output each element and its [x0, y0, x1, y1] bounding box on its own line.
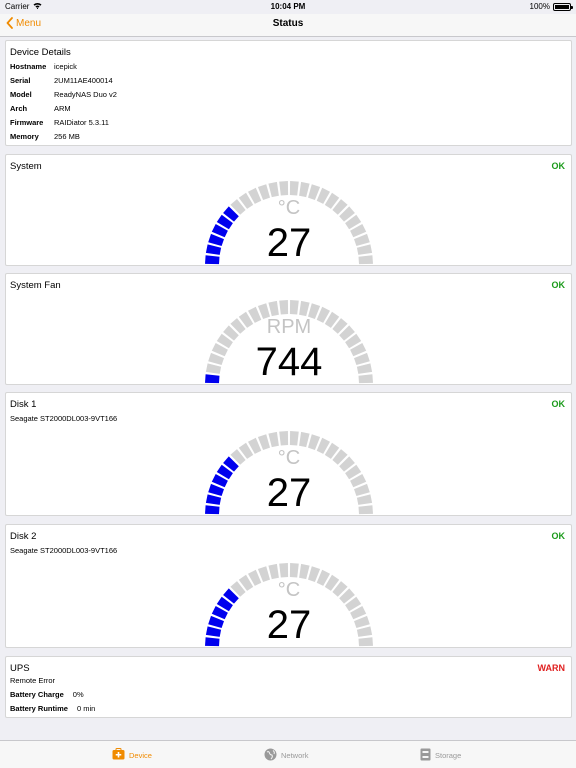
gauge-value: 27: [266, 221, 312, 265]
gauge-unit: °C: [277, 447, 301, 469]
tab-network[interactable]: Network: [264, 748, 309, 763]
gauge-segment: [299, 300, 310, 317]
ups-row-battery-runtime: Battery Runtime 0 min: [10, 704, 95, 713]
ups-message: Remote Error: [10, 676, 56, 685]
status-badge: OK: [551, 161, 566, 171]
gauge-value: 27: [266, 603, 312, 647]
ups-value: 0 min: [76, 704, 96, 713]
tab-bar: Device Network Storage: [0, 740, 576, 768]
device-details-title: Device Details: [10, 47, 71, 58]
battery-icon: [553, 2, 573, 11]
gauge-segment: [289, 181, 299, 196]
page-title: Status: [272, 18, 304, 29]
gauge-segment: [279, 563, 289, 578]
ups-value: 0%: [72, 690, 84, 699]
disk-1-title: Disk 1: [10, 399, 37, 410]
detail-row-firmware: Firmware RAIDiator 5.3.11: [10, 118, 109, 127]
globe-icon: [264, 748, 277, 763]
tab-device[interactable]: Device: [112, 748, 152, 762]
detail-value: 256 MB: [54, 132, 80, 141]
gauge-segment: [268, 431, 279, 448]
gauge-segment: [268, 181, 279, 198]
detail-key: Serial: [10, 76, 31, 85]
tab-label: Device: [129, 750, 152, 760]
gauge-value: 27: [266, 471, 312, 515]
gauge-segment: [299, 431, 310, 448]
navigation-bar: Menu Status: [0, 14, 576, 37]
fan-speed-gauge: RPM 744: [196, 288, 382, 388]
gauge-segment: [268, 300, 279, 317]
system-fan-card[interactable]: System Fan OK RPM 744: [5, 273, 572, 385]
detail-key: Firmware: [10, 118, 44, 127]
storage-icon: [420, 748, 431, 763]
gauge-segment: [289, 300, 299, 315]
status-badge: OK: [551, 280, 566, 290]
detail-value: ReadyNAS Duo v2: [54, 90, 117, 99]
ups-key: Battery Runtime: [10, 704, 68, 713]
detail-value: icepick: [54, 62, 77, 71]
detail-value: 2UM11AE400014: [54, 76, 113, 85]
gauge-segment: [279, 300, 289, 315]
detail-row-arch: Arch ARM: [10, 104, 71, 113]
detail-row-model: Model ReadyNAS Duo v2: [10, 90, 117, 99]
gauge-unit: °C: [277, 197, 301, 219]
system-title: System: [10, 161, 42, 172]
disk-1-model: Seagate ST2000DL003-9VT166: [10, 414, 118, 423]
detail-row-serial: Serial 2UM11AE400014: [10, 76, 113, 85]
tab-label: Network: [281, 751, 309, 760]
tab-label: Storage: [435, 751, 462, 760]
temperature-gauge: °C 27: [196, 419, 382, 519]
system-fan-title: System Fan: [10, 280, 61, 291]
system-card[interactable]: System OK °C 27: [5, 154, 572, 266]
status-bar: Carrier 10:04 PM 100%: [0, 0, 576, 14]
battery-percent: 100%: [529, 2, 550, 11]
status-badge: OK: [551, 399, 566, 409]
disk-2-title: Disk 2: [10, 531, 37, 542]
gauge-segment: [268, 563, 279, 580]
device-details-card: Device Details Hostname icepick Serial 2…: [5, 40, 572, 146]
temperature-gauge: °C 27: [196, 551, 382, 651]
disk-1-card[interactable]: Disk 1 OK Seagate ST2000DL003-9VT166 °C …: [5, 392, 572, 516]
gauge-segment: [279, 181, 289, 196]
disk-2-card[interactable]: Disk 2 OK Seagate ST2000DL003-9VT166 °C …: [5, 524, 572, 648]
detail-key: Model: [10, 90, 32, 99]
gauge-segment: [279, 431, 289, 446]
device-icon: [112, 748, 125, 762]
tab-storage[interactable]: Storage: [420, 748, 461, 763]
detail-value: ARM: [54, 104, 71, 113]
gauge-segment: [299, 563, 310, 580]
disk-2-model: Seagate ST2000DL003-9VT166: [10, 546, 118, 555]
gauge-segment: [289, 431, 299, 446]
ups-key: Battery Charge: [10, 690, 64, 699]
detail-key: Arch: [10, 104, 28, 113]
status-badge: WARN: [537, 663, 566, 673]
status-badge: OK: [551, 531, 566, 541]
ups-card[interactable]: UPS WARN Remote Error Battery Charge 0% …: [5, 656, 572, 718]
clock: 10:04 PM: [270, 2, 306, 11]
ups-title: UPS: [10, 663, 30, 674]
gauge-value: 744: [255, 340, 323, 384]
detail-value: RAIDiator 5.3.11: [54, 118, 109, 127]
detail-row-hostname: Hostname icepick: [10, 62, 77, 71]
gauge-segment: [299, 181, 310, 198]
gauge-unit: RPM: [266, 316, 312, 338]
detail-row-memory: Memory 256 MB: [10, 132, 80, 141]
detail-key: Memory: [10, 132, 39, 141]
gauge-segment: [289, 563, 299, 578]
ups-row-battery-charge: Battery Charge 0%: [10, 690, 84, 699]
temperature-gauge: °C 27: [196, 169, 382, 269]
detail-key: Hostname: [10, 62, 47, 71]
gauge-unit: °C: [277, 579, 301, 601]
